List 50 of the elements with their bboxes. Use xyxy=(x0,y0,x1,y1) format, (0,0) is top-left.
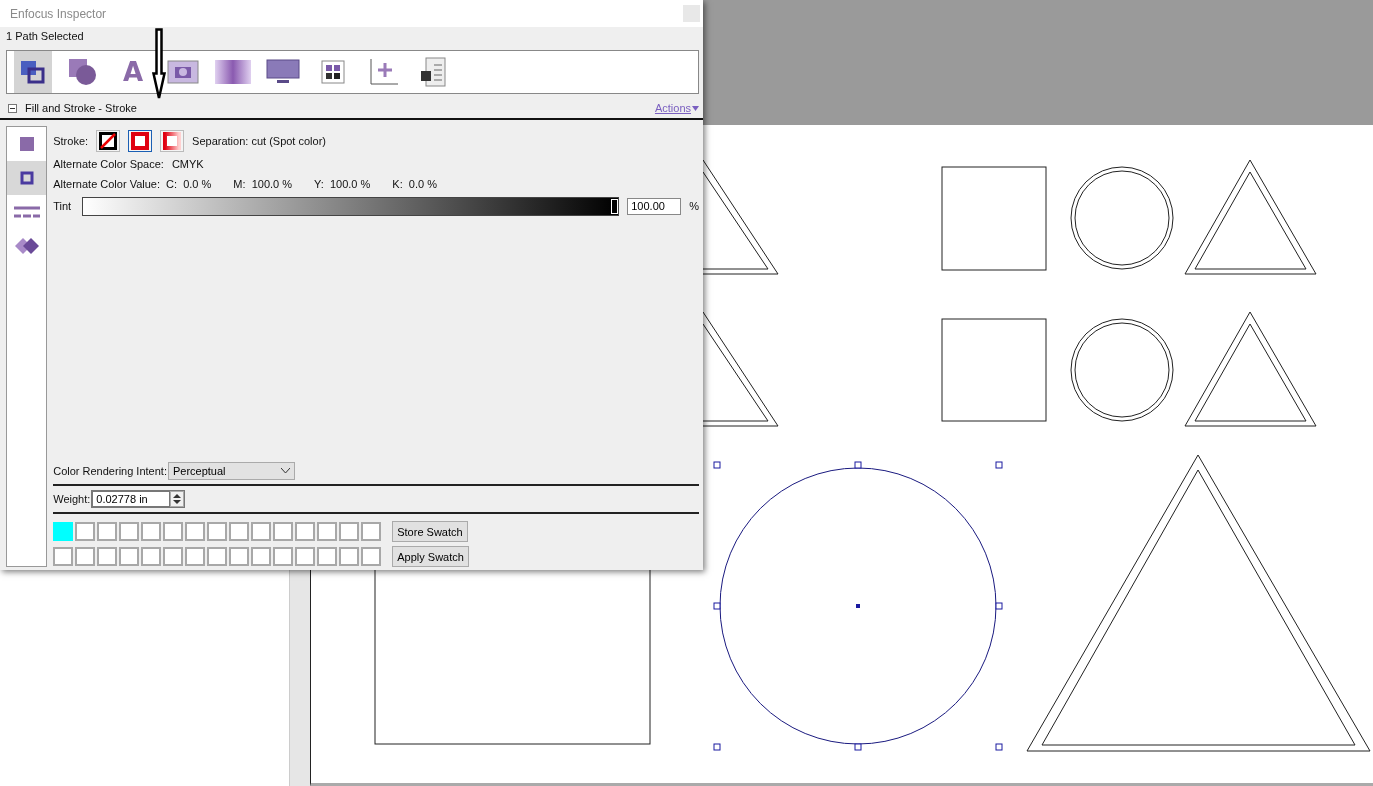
tint-slider[interactable] xyxy=(82,196,620,216)
spin-arrows-icon xyxy=(173,493,182,505)
swatch-button[interactable]: Store Swatch xyxy=(392,521,468,542)
channel-value: Y: 100.0 % xyxy=(314,178,371,190)
overlapping-diamonds-icon xyxy=(13,237,40,255)
toolbar-button[interactable] xyxy=(14,51,52,93)
move-axes-icon xyxy=(367,58,399,86)
stroke-label: Stroke: xyxy=(53,135,89,147)
alt-space-value: CMYK xyxy=(171,158,204,170)
alt-value-label: Alternate Color Value: xyxy=(53,178,161,190)
collapse-icon[interactable] xyxy=(8,103,17,113)
weight-field[interactable]: 0.02778 in xyxy=(92,491,171,507)
tint-field[interactable]: 100.00 xyxy=(627,197,682,215)
intent-dropdown[interactable]: Perceptual xyxy=(167,462,295,480)
letter-icon: A xyxy=(122,57,144,87)
percent-unit: % xyxy=(689,200,699,212)
chevron-down-icon xyxy=(280,468,290,474)
no-stroke-icon xyxy=(99,132,118,150)
separation-text: Separation: cut (Spot color) xyxy=(192,135,326,147)
selected-circle[interactable] xyxy=(713,461,1003,751)
overlapping-squares-icon xyxy=(20,60,46,84)
stroke-square-icon xyxy=(131,132,150,150)
intent-label: Color Rendering Intent: xyxy=(53,465,167,477)
monitor-icon xyxy=(266,59,300,85)
swatch-button[interactable]: Apply Swatch xyxy=(392,546,469,567)
tint-label: Tint xyxy=(53,200,73,212)
actions-link[interactable]: Actions xyxy=(654,102,699,114)
window-title: Enfocus Inspector xyxy=(10,6,107,21)
channel-value: C: 0.0 % xyxy=(166,178,212,190)
channel-value: K: 0.0 % xyxy=(392,178,437,190)
grid-icon xyxy=(321,60,345,84)
side-tab[interactable] xyxy=(7,161,47,195)
outline-square-icon xyxy=(19,171,34,185)
stroke-option[interactable] xyxy=(96,130,121,152)
selection-status: 1 Path Selected xyxy=(5,29,85,44)
spin-button[interactable] xyxy=(170,491,185,507)
alt-space-label: Alternate Color Space: xyxy=(53,158,164,170)
caret-icon xyxy=(692,105,699,111)
stroke-option[interactable] xyxy=(128,130,153,152)
weight-label: Weight: xyxy=(53,493,91,505)
document-info-icon xyxy=(420,57,446,87)
section-title: Fill and Stroke - Stroke xyxy=(25,102,137,114)
square-circle-icon xyxy=(68,58,98,86)
gradient-stroke-icon xyxy=(163,132,182,150)
dashed-lines-icon xyxy=(13,206,40,218)
slider-thumb[interactable] xyxy=(611,198,619,214)
channel-value: M: 100.0 % xyxy=(233,178,293,190)
filled-square-icon xyxy=(19,137,34,151)
swatch[interactable] xyxy=(53,522,74,541)
toolbar-button[interactable]: A xyxy=(114,51,152,93)
